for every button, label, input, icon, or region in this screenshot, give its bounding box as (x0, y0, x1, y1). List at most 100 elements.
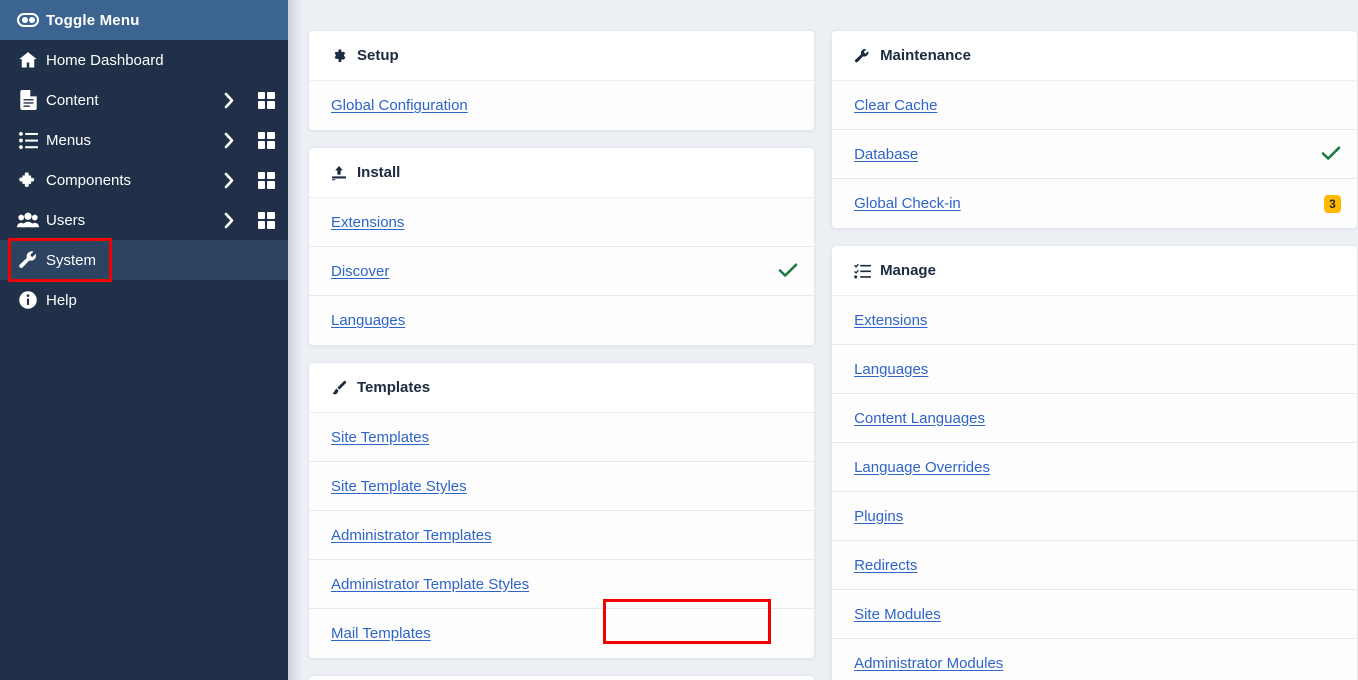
sidebar-item-label: Components (46, 171, 132, 189)
panel-maintenance: Maintenance Clear Cache Database Global … (831, 30, 1358, 229)
panel-manage-title: Manage (880, 262, 936, 279)
sidebar-item-label: Home Dashboard (46, 51, 164, 69)
row-global-configuration[interactable]: Global Configuration (309, 81, 815, 130)
row-plugins[interactable]: Plugins (832, 492, 1357, 541)
link-discover[interactable]: Discover (331, 263, 389, 280)
list-icon (10, 131, 46, 149)
sidebar-item-users[interactable]: Users (0, 200, 288, 240)
sidebar-item-help[interactable]: Help (0, 280, 288, 320)
status-badge: 3 (1324, 194, 1341, 213)
link-mail-templates[interactable]: Mail Templates (331, 625, 431, 642)
sidebar-item-label: Help (46, 291, 77, 309)
panel-templates: Templates Site Templates Site Template S… (308, 362, 816, 659)
panel-templates-title: Templates (357, 379, 431, 396)
row-site-modules[interactable]: Site Modules (832, 590, 1357, 639)
wrench-icon (10, 250, 46, 270)
row-site-template-styles[interactable]: Site Template Styles (309, 462, 815, 511)
toggle-menu-label: Toggle Menu (46, 11, 140, 29)
link-redirects[interactable]: Redirects (854, 557, 917, 574)
toggle-menu-button[interactable]: Toggle Menu (0, 0, 288, 40)
panel-install: Install Extensions Discover Languages (308, 147, 816, 346)
sidebar-item-label: Menus (46, 131, 92, 149)
panel-maintenance-title: Maintenance (880, 47, 971, 64)
chevron-right-icon[interactable] (214, 172, 244, 189)
row-discover[interactable]: Discover (309, 247, 815, 296)
row-global-check-in[interactable]: Global Check-in 3 (832, 179, 1357, 228)
link-administrator-templates[interactable]: Administrator Templates (331, 527, 492, 544)
panel-manage: Manage Extensions Languages Content Lang… (831, 245, 1358, 680)
row-administrator-modules[interactable]: Administrator Modules (832, 639, 1357, 680)
users-icon (10, 212, 46, 229)
link-languages[interactable]: Languages (331, 312, 405, 329)
sidebar-item-label: Users (46, 211, 86, 229)
row-mail-templates[interactable]: Mail Templates (309, 609, 815, 658)
link-manage-languages[interactable]: Languages (854, 361, 928, 378)
grid-icon[interactable] (244, 171, 288, 189)
link-extensions[interactable]: Extensions (331, 214, 404, 231)
row-database[interactable]: Database (832, 130, 1357, 179)
left-column: Setup Global Configuration Install Exten… (308, 30, 816, 680)
check-icon (1321, 145, 1341, 164)
panel-install-title: Install (357, 164, 401, 181)
panel-setup-title: Setup (357, 47, 399, 64)
panel-templates-header: Templates (309, 363, 815, 413)
link-administrator-modules[interactable]: Administrator Modules (854, 655, 1003, 672)
row-administrator-template-styles[interactable]: Administrator Template Styles (309, 560, 815, 609)
row-redirects[interactable]: Redirects (832, 541, 1357, 590)
sidebar-item-label: System (46, 251, 97, 269)
link-site-template-styles[interactable]: Site Template Styles (331, 478, 467, 495)
row-content-languages[interactable]: Content Languages (832, 394, 1357, 443)
panel-manage-header: Manage (832, 246, 1357, 296)
brush-icon (331, 380, 357, 396)
gear-icon (331, 48, 357, 64)
document-icon (10, 90, 46, 110)
sidebar-item-system[interactable]: System (0, 240, 288, 280)
home-icon (10, 50, 46, 70)
link-administrator-template-styles[interactable]: Administrator Template Styles (331, 576, 529, 593)
panel-setup-header: Setup (309, 31, 815, 81)
link-database[interactable]: Database (854, 146, 918, 163)
link-manage-extensions[interactable]: Extensions (854, 312, 927, 329)
panel-next-partial (308, 675, 816, 680)
grid-icon[interactable] (244, 131, 288, 149)
panel-setup: Setup Global Configuration (308, 30, 816, 131)
chevron-right-icon[interactable] (214, 132, 244, 149)
toggle-icon (10, 13, 46, 27)
wrench-icon (854, 48, 880, 64)
row-administrator-templates[interactable]: Administrator Templates (309, 511, 815, 560)
sidebar-item-menus[interactable]: Menus (0, 120, 288, 160)
link-plugins[interactable]: Plugins (854, 508, 903, 525)
link-clear-cache[interactable]: Clear Cache (854, 97, 937, 114)
link-site-templates[interactable]: Site Templates (331, 429, 429, 446)
row-manage-extensions[interactable]: Extensions (832, 296, 1357, 345)
link-site-modules[interactable]: Site Modules (854, 606, 941, 623)
row-extensions[interactable]: Extensions (309, 198, 815, 247)
row-languages[interactable]: Languages (309, 296, 815, 345)
sidebar-item-home-dashboard[interactable]: Home Dashboard (0, 40, 288, 80)
link-global-configuration[interactable]: Global Configuration (331, 97, 468, 114)
sidebar-item-components[interactable]: Components (0, 160, 288, 200)
sidebar-item-label: Content (46, 91, 99, 109)
panel-maintenance-header: Maintenance (832, 31, 1357, 81)
link-content-languages[interactable]: Content Languages (854, 410, 985, 427)
row-manage-languages[interactable]: Languages (832, 345, 1357, 394)
info-icon (10, 290, 46, 310)
sidebar: Toggle Menu Home Dashboard Content Menus… (0, 0, 288, 680)
row-site-templates[interactable]: Site Templates (309, 413, 815, 462)
grid-icon[interactable] (244, 211, 288, 229)
link-language-overrides[interactable]: Language Overrides (854, 459, 990, 476)
grid-icon[interactable] (244, 91, 288, 109)
row-clear-cache[interactable]: Clear Cache (832, 81, 1357, 130)
link-global-check-in[interactable]: Global Check-in (854, 195, 961, 212)
main-content: Setup Global Configuration Install Exten… (288, 0, 1358, 680)
check-icon (778, 262, 798, 281)
upload-icon (331, 165, 357, 181)
puzzle-icon (10, 170, 46, 190)
admin-page: Toggle Menu Home Dashboard Content Menus… (0, 0, 1358, 680)
row-language-overrides[interactable]: Language Overrides (832, 443, 1357, 492)
chevron-right-icon[interactable] (214, 92, 244, 109)
chevron-right-icon[interactable] (214, 212, 244, 229)
panel-install-header: Install (309, 148, 815, 198)
checklist-icon (854, 263, 880, 279)
sidebar-item-content[interactable]: Content (0, 80, 288, 120)
